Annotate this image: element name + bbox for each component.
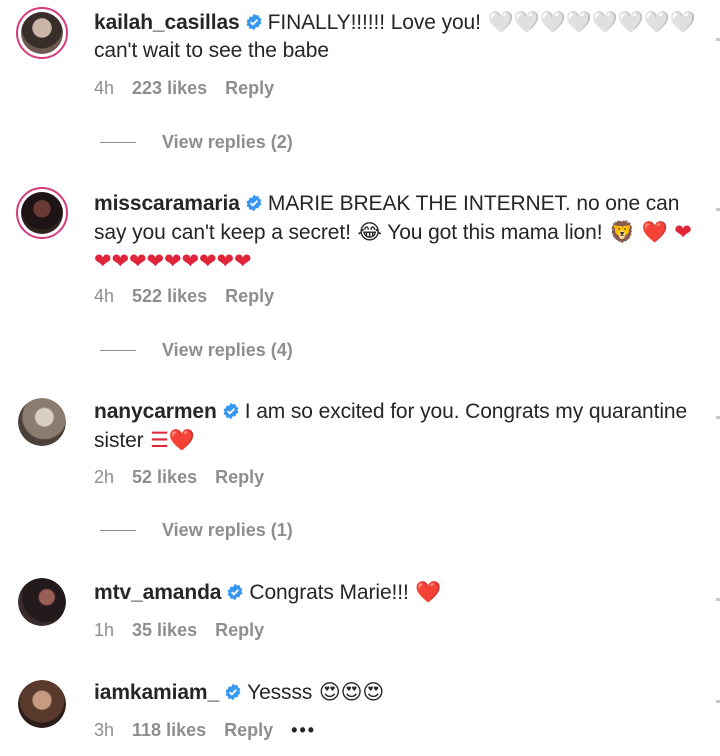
comment-text: nanycarmen I am so excited for you. Congr… — [94, 398, 704, 455]
likes-count[interactable]: 118 likes — [132, 720, 206, 741]
avatar[interactable] — [18, 398, 66, 446]
timestamp: 1h — [94, 620, 115, 640]
comment-body: Congrats Marie!!! — [249, 581, 409, 604]
avatar[interactable] — [18, 680, 66, 728]
like-heart-icon[interactable] — [716, 38, 720, 41]
timestamp: 2h — [94, 467, 115, 487]
reply-button[interactable]: Reply — [215, 467, 264, 488]
reply-button[interactable]: Reply — [225, 286, 274, 307]
more-options-icon[interactable]: ••• — [291, 720, 316, 741]
comment-meta: 3h 118 likes Reply ••• — [94, 720, 316, 741]
comment-meta: 4h 522 likes Reply — [94, 286, 274, 307]
timestamp: 4h — [94, 286, 115, 306]
reply-button[interactable]: Reply — [225, 78, 274, 99]
comment-body-continued: You got this mama lion! — [381, 221, 603, 244]
view-replies-button[interactable]: View replies (2) — [100, 132, 293, 153]
likes-count[interactable]: 522 likes — [132, 286, 207, 307]
comment-text: kailah_casillas FINALLY!!!!!! Love you! 🤍… — [94, 8, 704, 65]
avatar[interactable] — [18, 578, 66, 626]
divider-line — [100, 350, 136, 351]
red-heart-emoji-icon: ❤️ — [408, 580, 442, 604]
comment-body: Yessss — [247, 681, 313, 704]
view-replies-label: View replies (2) — [162, 132, 293, 152]
comment-text: mtv_amanda Congrats Marie!!! ❤️ — [94, 578, 704, 607]
white-heart-emoji-icon: 🤍🤍🤍🤍🤍🤍🤍🤍 — [480, 10, 696, 34]
verified-badge-icon — [225, 683, 241, 701]
view-replies-label: View replies (4) — [162, 340, 293, 360]
flag-heart-emoji-icon: ☰❤️ — [143, 428, 195, 452]
comment-text: misscaramaria MARIE BREAK THE INTERNET. n… — [94, 190, 704, 276]
avatar[interactable] — [16, 7, 68, 59]
avatar[interactable] — [16, 187, 68, 239]
likes-count[interactable]: 35 likes — [132, 620, 197, 641]
comment-meta: 1h 35 likes Reply — [94, 620, 264, 641]
username[interactable]: kailah_casillas — [94, 11, 240, 34]
like-heart-icon[interactable] — [716, 208, 720, 211]
heart-eyes-emoji-icon: 😍😍😍 — [312, 680, 385, 704]
laughing-emoji-icon: 😂 — [350, 220, 382, 244]
verified-badge-icon — [246, 194, 262, 212]
divider-line — [100, 530, 136, 531]
reply-button[interactable]: Reply — [215, 620, 264, 641]
timestamp: 4h — [94, 78, 115, 98]
verified-badge-icon — [246, 13, 262, 31]
likes-count[interactable]: 223 likes — [132, 78, 207, 99]
divider-line — [100, 142, 136, 143]
like-heart-icon[interactable] — [716, 416, 720, 419]
likes-count[interactable]: 52 likes — [132, 467, 197, 488]
view-replies-button[interactable]: View replies (1) — [100, 520, 293, 541]
verified-badge-icon — [223, 402, 239, 420]
comment-meta: 4h 223 likes Reply — [94, 78, 274, 99]
comment-text: iamkamiam_ Yessss 😍😍😍 — [94, 678, 704, 707]
username[interactable]: misscaramaria — [94, 192, 240, 215]
lion-emoji-icon: 🦁 — [602, 220, 636, 244]
verified-badge-icon — [227, 583, 243, 601]
view-replies-button[interactable]: View replies (4) — [100, 340, 293, 361]
comment-meta: 2h 52 likes Reply — [94, 467, 264, 488]
like-heart-icon[interactable] — [716, 700, 720, 703]
username[interactable]: nanycarmen — [94, 400, 217, 423]
reply-button[interactable]: Reply — [224, 720, 273, 741]
comment-body: FINALLY!!!!!! Love you! — [267, 11, 481, 34]
view-replies-label: View replies (1) — [162, 520, 293, 540]
timestamp: 3h — [94, 720, 115, 740]
username[interactable]: iamkamiam_ — [94, 681, 219, 704]
comment-body-continued: can't wait to see the babe — [94, 39, 329, 62]
like-heart-icon[interactable] — [716, 598, 720, 601]
username[interactable]: mtv_amanda — [94, 581, 221, 604]
